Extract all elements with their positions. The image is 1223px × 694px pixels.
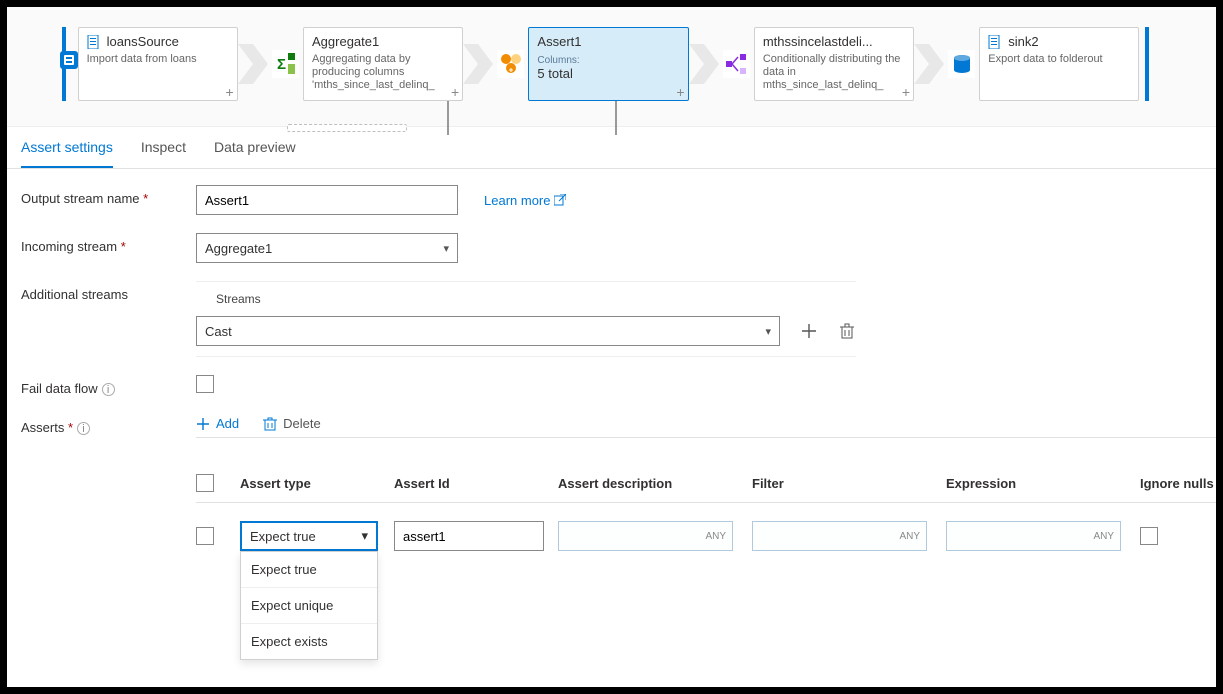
external-link-icon [554, 194, 566, 206]
assert-type-dropdown: Expect true Expect unique Expect exists [240, 551, 378, 660]
learn-more-link[interactable]: Learn more [484, 193, 566, 208]
additional-stream-select[interactable]: Cast ▾ [196, 316, 780, 346]
col-expression: Expression [946, 476, 1136, 491]
add-branch-button[interactable]: + [676, 84, 684, 100]
connector-line [615, 101, 617, 135]
aggregate-icon: Σ [272, 50, 299, 78]
conditional-split-icon [723, 50, 750, 78]
node-assert1[interactable]: Assert1 Columns: 5 total + [528, 27, 688, 101]
label-fail-data-flow: Fail data flowi [21, 375, 196, 396]
assert-type-select[interactable]: Expect true ▾ [240, 521, 378, 551]
col-assert-desc: Assert description [558, 476, 748, 491]
columns-label: Columns: [537, 55, 679, 66]
left-rail [62, 27, 78, 101]
output-stream-input[interactable] [196, 185, 458, 215]
node-title: Assert1 [537, 34, 581, 49]
flow-arrow [914, 27, 944, 101]
info-icon[interactable]: i [77, 422, 90, 435]
node-sink2[interactable]: sink2 Export data to folderout [979, 27, 1139, 101]
columns-count: 5 total [537, 66, 679, 81]
label-output-stream: Output stream name * [21, 185, 196, 206]
node-loanssource[interactable]: loansSource Import data from loans + [78, 27, 238, 101]
incoming-stream-select[interactable]: Aggregate1 ▾ [196, 233, 458, 263]
col-assert-id: Assert Id [394, 476, 554, 491]
row-checkbox[interactable] [196, 527, 214, 545]
delete-assert-button[interactable]: Delete [263, 416, 321, 431]
select-all-checkbox[interactable] [196, 474, 214, 492]
add-branch-button[interactable]: + [902, 84, 910, 100]
label-additional-streams: Additional streams [21, 281, 196, 302]
node-desc: Aggregating data by producing columns 'm… [312, 53, 454, 93]
streams-sublabel: Streams [216, 292, 856, 306]
add-assert-button[interactable]: Add [196, 416, 239, 431]
chevron-down-icon: ▾ [443, 242, 449, 255]
tab-assert-settings[interactable]: Assert settings [21, 139, 113, 168]
tab-inspect[interactable]: Inspect [141, 139, 186, 168]
fail-dataflow-checkbox[interactable] [196, 375, 214, 393]
svg-text:Σ: Σ [277, 56, 286, 73]
node-title: mthssincelastdeli... [763, 34, 873, 49]
add-branch-button[interactable]: + [226, 84, 234, 100]
node-aggregate1[interactable]: Aggregate1 Aggregating data by producing… [303, 27, 463, 101]
node-title: loansSource [107, 34, 179, 49]
assert-row: Expect true ▾ Expect true Expect unique … [196, 503, 1220, 561]
dataflow-canvas: loansSource Import data from loans + Σ A… [7, 7, 1216, 127]
assert-icon [497, 50, 524, 78]
info-icon[interactable]: i [102, 383, 115, 396]
ghost-node [287, 124, 407, 132]
chevron-down-icon: ▾ [765, 325, 771, 338]
tab-data-preview[interactable]: Data preview [214, 139, 296, 168]
flow-arrow [238, 27, 268, 101]
node-title: sink2 [1008, 34, 1038, 49]
label-incoming-stream: Incoming stream * [21, 233, 196, 254]
node-desc: Import data from loans [87, 53, 229, 66]
expression-input[interactable]: ANY [946, 521, 1121, 551]
settings-tabs: Assert settings Inspect Data preview [7, 127, 1216, 169]
flow-arrow [689, 27, 719, 101]
filter-input[interactable]: ANY [752, 521, 927, 551]
connector-line [447, 101, 449, 135]
node-desc: Export data to folderout [988, 53, 1130, 66]
node-desc: Conditionally distributing the data in m… [763, 53, 905, 93]
file-icon [988, 35, 1002, 49]
assert-description-input[interactable]: ANY [558, 521, 733, 551]
source-rail-icon [60, 51, 78, 69]
dropdown-option[interactable]: Expect unique [241, 588, 377, 624]
right-rail [1145, 27, 1161, 101]
flow-arrow [463, 27, 493, 101]
col-ignore-nulls: Ignore nulls [1140, 476, 1220, 491]
add-branch-button[interactable]: + [451, 84, 459, 100]
col-filter: Filter [752, 476, 942, 491]
label-asserts: Asserts *i [21, 414, 196, 435]
add-stream-button[interactable] [800, 322, 818, 340]
delete-stream-button[interactable] [838, 322, 856, 340]
sink-icon [948, 50, 975, 78]
assert-id-input[interactable] [394, 521, 544, 551]
file-icon [87, 35, 101, 49]
col-assert-type: Assert type [240, 476, 390, 491]
dropdown-option[interactable]: Expect true [241, 552, 377, 588]
node-title: Aggregate1 [312, 34, 379, 49]
node-conditional-split[interactable]: mthssincelastdeli... Conditionally distr… [754, 27, 914, 101]
chevron-down-icon: ▾ [361, 528, 368, 544]
ignore-nulls-checkbox[interactable] [1140, 527, 1158, 545]
dropdown-option[interactable]: Expect exists [241, 624, 377, 659]
